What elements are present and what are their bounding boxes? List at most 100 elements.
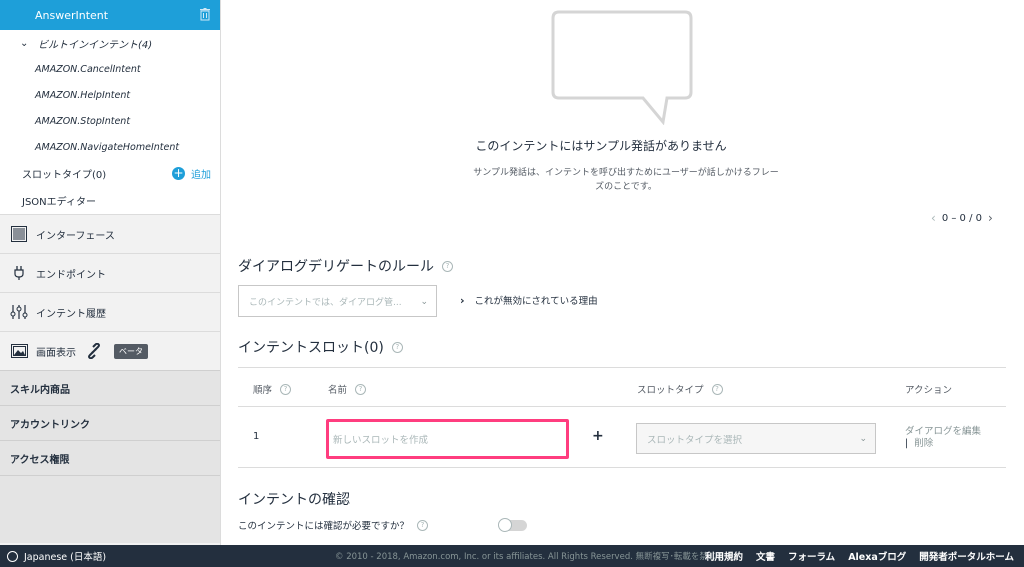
sidebar-item-answer-intent[interactable]: AnswerIntent: [0, 0, 220, 30]
intent-history-label: インテント履歴: [36, 308, 106, 320]
sidebar-item-json-editor[interactable]: JSONエディター: [0, 186, 220, 214]
add-label: 追加: [191, 170, 211, 181]
header-label: スロットタイプ: [637, 385, 704, 396]
confirmation-toggle[interactable]: [498, 518, 527, 532]
footer-link-forums[interactable]: フォーラム: [788, 549, 835, 563]
intent-confirmation-heading: インテントの確認: [238, 489, 350, 509]
help-icon[interactable]: ?: [280, 383, 292, 395]
disabled-reason-link[interactable]: › これが無効にされている理由: [460, 293, 598, 308]
sidebar-filler: [0, 475, 220, 543]
chevron-down-icon: ⌄: [859, 434, 867, 444]
sidebar-item-stop-intent[interactable]: AMAZON.StopIntent: [0, 108, 220, 134]
header-name: 名前?: [328, 382, 367, 396]
header-action: アクション: [905, 382, 952, 396]
footer-link-terms[interactable]: 利用規約: [705, 549, 743, 563]
interface-icon: [10, 225, 28, 243]
builtin-group-label: ビルトインインテント(4): [38, 39, 153, 51]
confirmation-question-label: このインテントには確認が必要ですか？: [238, 521, 410, 532]
table-header: 順序? 名前? スロットタイプ? アクション: [238, 367, 1006, 407]
intent-confirmation-title: インテントの確認: [238, 492, 350, 508]
json-editor-label: JSONエディター: [22, 196, 96, 208]
trash-icon[interactable]: [200, 8, 210, 21]
endpoint-label: エンドポイント: [36, 269, 106, 281]
dialog-delegate-dropdown[interactable]: このインテントでは、ダイアログ管... ⌄: [238, 285, 437, 317]
help-icon[interactable]: ?: [417, 519, 429, 531]
section-label: アカウントリンク: [10, 419, 90, 431]
help-icon[interactable]: ?: [355, 383, 367, 395]
help-icon[interactable]: ?: [711, 383, 723, 395]
slots-table: 順序? 名前? スロットタイプ? アクション 1 新しいスロットを作成 + スロ…: [238, 367, 1006, 468]
delete-label: 削除: [914, 438, 934, 449]
plus-circle-icon: +: [172, 166, 185, 180]
slot-type-select[interactable]: スロットタイプを選択 ⌄: [636, 423, 876, 454]
edit-dialog-link[interactable]: ダイアログを編集: [905, 426, 981, 438]
table-row: 1 新しいスロットを作成 + スロットタイプを選択 ⌄ ダイアログを編集 | 削除: [238, 407, 1006, 468]
intent-label: AMAZON.NavigateHomeIntent: [35, 141, 180, 153]
chevron-left-icon[interactable]: ‹: [931, 211, 936, 225]
sidebar-item-intent-history[interactable]: インテント履歴: [0, 292, 220, 331]
slot-order: 1: [253, 431, 260, 442]
sliders-icon: [10, 303, 28, 321]
slot-actions: ダイアログを編集 | 削除: [905, 426, 981, 450]
new-slot-input[interactable]: 新しいスロットを作成: [326, 419, 569, 459]
link-icon[interactable]: [86, 343, 102, 359]
language-label: Japanese (日本語): [24, 552, 107, 563]
footer-link-blog[interactable]: Alexaブログ: [848, 549, 906, 563]
help-icon[interactable]: ?: [391, 341, 403, 353]
empty-state-description: サンプル発話は、インテントを呼び出すためにユーザーが話しかけるフレーズのことです…: [473, 168, 779, 192]
display-label: 画面表示: [36, 347, 76, 359]
reason-label: これが無効にされている理由: [474, 296, 598, 307]
header-order: 順序?: [253, 382, 292, 396]
footer-links: 利用規約 文書 フォーラム Alexaブログ 開発者ポータルホーム: [705, 549, 1014, 563]
speech-bubble-icon: [551, 10, 693, 125]
sidebar-item-cancel-intent[interactable]: AMAZON.CancelIntent: [0, 56, 220, 82]
sidebar-item-display[interactable]: 画面表示 ベータ: [0, 331, 220, 370]
intent-slots-heading: インテントスロット(0) ?: [238, 337, 403, 357]
intent-label: AMAZON.CancelIntent: [35, 63, 141, 75]
footer-link-portal[interactable]: 開発者ポータルホーム: [919, 549, 1014, 563]
add-slot-button[interactable]: +: [592, 428, 604, 444]
header-slot-type: スロットタイプ?: [637, 382, 723, 396]
interface-label: インターフェース: [36, 230, 115, 242]
help-icon[interactable]: ?: [442, 260, 453, 272]
sidebar-item-interface[interactable]: インターフェース: [0, 214, 220, 253]
sidebar-item-navigate-home-intent[interactable]: AMAZON.NavigateHomeIntent: [0, 134, 220, 160]
chevron-right-icon[interactable]: ›: [988, 211, 993, 225]
chevron-right-icon: ›: [460, 293, 465, 307]
plug-icon: [10, 264, 28, 282]
header-label: アクション: [905, 385, 953, 396]
toggle-knob: [498, 518, 512, 532]
slot-types-label: スロットタイプ(0): [22, 169, 107, 181]
sidebar: AnswerIntent ⌄ ビルトインインテント(4) AMAZON.Canc…: [0, 0, 221, 545]
input-placeholder: 新しいスロットを作成: [333, 435, 429, 446]
chevron-down-icon[interactable]: ⌄: [20, 38, 30, 49]
intent-label: AMAZON.StopIntent: [35, 115, 131, 127]
footer: Japanese (日本語) © 2010 - 2018, Amazon.com…: [0, 545, 1024, 567]
copyright: © 2010 - 2018, Amazon.com, Inc. or its a…: [335, 552, 734, 562]
delete-link[interactable]: | 削除: [905, 438, 981, 450]
sidebar-section-account-linking[interactable]: アカウントリンク: [0, 405, 220, 440]
dialog-delegate-heading: ダイアログデリゲートのルール ?: [238, 256, 453, 276]
dialog-delegate-title: ダイアログデリゲートのルール: [238, 259, 434, 275]
chevron-down-icon: ⌄: [420, 297, 428, 307]
section-label: アクセス権限: [10, 454, 70, 466]
beta-badge: ベータ: [114, 343, 148, 359]
header-label: 名前: [328, 385, 348, 396]
empty-state-title: このインテントにはサンプル発話がありません: [475, 139, 727, 153]
sidebar-section-isp[interactable]: スキル内商品: [0, 370, 220, 405]
language-selector[interactable]: Japanese (日本語): [0, 549, 106, 563]
sidebar-item-slot-types[interactable]: スロットタイプ(0) + 追加: [0, 160, 220, 186]
select-placeholder: スロットタイプを選択: [647, 434, 743, 446]
section-label: スキル内商品: [10, 384, 70, 396]
intent-label: AMAZON.HelpIntent: [35, 89, 131, 101]
footer-link-docs[interactable]: 文書: [756, 549, 775, 563]
pagination: ‹ 0 – 0 / 0 ›: [925, 211, 999, 225]
sidebar-section-permissions[interactable]: アクセス権限: [0, 440, 220, 475]
builtin-intents-group[interactable]: ⌄ ビルトインインテント(4): [0, 30, 220, 56]
add-slot-type-button[interactable]: + 追加: [172, 166, 211, 181]
sidebar-item-help-intent[interactable]: AMAZON.HelpIntent: [0, 82, 220, 108]
intent-slots-title: インテントスロット(0): [238, 340, 384, 356]
sidebar-item-endpoint[interactable]: エンドポイント: [0, 253, 220, 292]
globe-icon: [7, 550, 18, 562]
confirmation-question: このインテントには確認が必要ですか？ ?: [238, 518, 429, 532]
